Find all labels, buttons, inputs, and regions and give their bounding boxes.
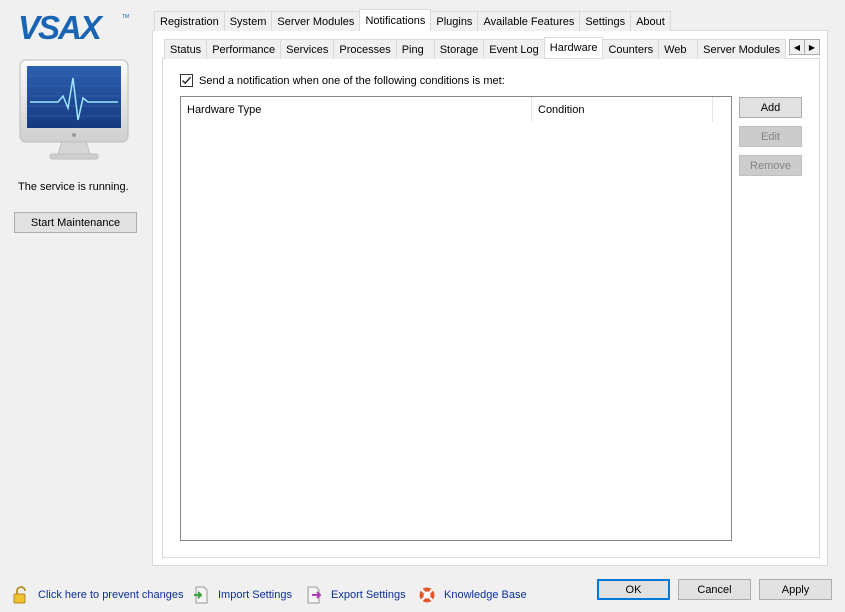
subtab-web[interactable]: Web: [658, 39, 699, 59]
logo-tm: TM: [122, 14, 129, 20]
knowledge-base-label: Knowledge Base: [444, 589, 527, 601]
subtab-ping[interactable]: Ping: [395, 39, 435, 59]
tab-settings[interactable]: Settings: [579, 11, 632, 31]
tab-plugins[interactable]: Plugins: [430, 11, 479, 31]
hardware-conditions-list[interactable]: Hardware Type Condition: [180, 96, 732, 541]
column-hardware-type[interactable]: Hardware Type: [181, 97, 532, 122]
tab-registration[interactable]: Registration: [154, 11, 225, 31]
export-settings-link[interactable]: Export Settings: [305, 586, 406, 604]
vsax-logo: VSAX TM: [18, 9, 130, 46]
knowledge-base-link[interactable]: Knowledge Base: [418, 586, 527, 604]
import-icon: [194, 586, 208, 604]
checkmark-icon: [182, 76, 192, 85]
prevent-changes-label: Click here to prevent changes: [38, 589, 184, 601]
subtab-services[interactable]: Services: [280, 39, 335, 59]
apply-button[interactable]: Apply: [759, 579, 832, 600]
tab-scroll-arrows: ◀ ▶: [789, 39, 820, 55]
column-condition[interactable]: Condition: [532, 97, 713, 122]
tab-scroll-left-icon[interactable]: ◀: [789, 39, 805, 55]
remove-button[interactable]: Remove: [739, 155, 802, 176]
tab-system[interactable]: System: [223, 11, 273, 31]
notify-checkbox[interactable]: [180, 74, 193, 87]
subtab-status[interactable]: Status: [164, 39, 208, 59]
tab-available-features[interactable]: Available Features: [477, 11, 581, 31]
tab-notifications[interactable]: Notifications: [359, 9, 432, 31]
logo-text: VSAX: [18, 10, 104, 44]
add-button[interactable]: Add: [739, 97, 802, 118]
lifebuoy-icon: [419, 587, 435, 603]
subtab-hardware[interactable]: Hardware: [543, 37, 604, 58]
export-icon: [307, 586, 322, 604]
monitor-heartbeat-icon: [18, 58, 130, 168]
start-maintenance-button[interactable]: Start Maintenance: [14, 212, 137, 233]
notify-checkbox-label: Send a notification when one of the foll…: [199, 74, 505, 87]
subtab-storage[interactable]: Storage: [433, 39, 485, 59]
unlock-icon: [13, 586, 26, 604]
service-status-text: The service is running.: [18, 181, 129, 193]
tab-scroll-right-icon[interactable]: ▶: [804, 39, 820, 55]
tab-server-modules[interactable]: Server Modules: [271, 11, 361, 31]
edit-button[interactable]: Edit: [739, 126, 802, 147]
list-header: Hardware Type Condition: [181, 97, 731, 122]
ok-button[interactable]: OK: [597, 579, 670, 600]
subtab-server-modules[interactable]: Server Modules: [697, 39, 787, 59]
subtab-event-log[interactable]: Event Log: [483, 39, 545, 59]
subtab-processes[interactable]: Processes: [333, 39, 397, 59]
export-settings-label: Export Settings: [331, 589, 406, 601]
subtab-performance[interactable]: Performance: [206, 39, 282, 59]
cancel-button[interactable]: Cancel: [678, 579, 751, 600]
subtab-counters[interactable]: Counters: [602, 39, 660, 59]
sub-tab-strip: Status Performance Services Processes Pi…: [164, 37, 787, 59]
main-tab-strip: Registration System Server Modules Notif…: [154, 9, 671, 31]
prevent-changes-link[interactable]: Click here to prevent changes: [12, 586, 184, 604]
import-settings-label: Import Settings: [218, 589, 292, 601]
import-settings-link[interactable]: Import Settings: [192, 586, 292, 604]
tab-about[interactable]: About: [630, 11, 671, 31]
notify-checkbox-row[interactable]: Send a notification when one of the foll…: [180, 74, 505, 87]
